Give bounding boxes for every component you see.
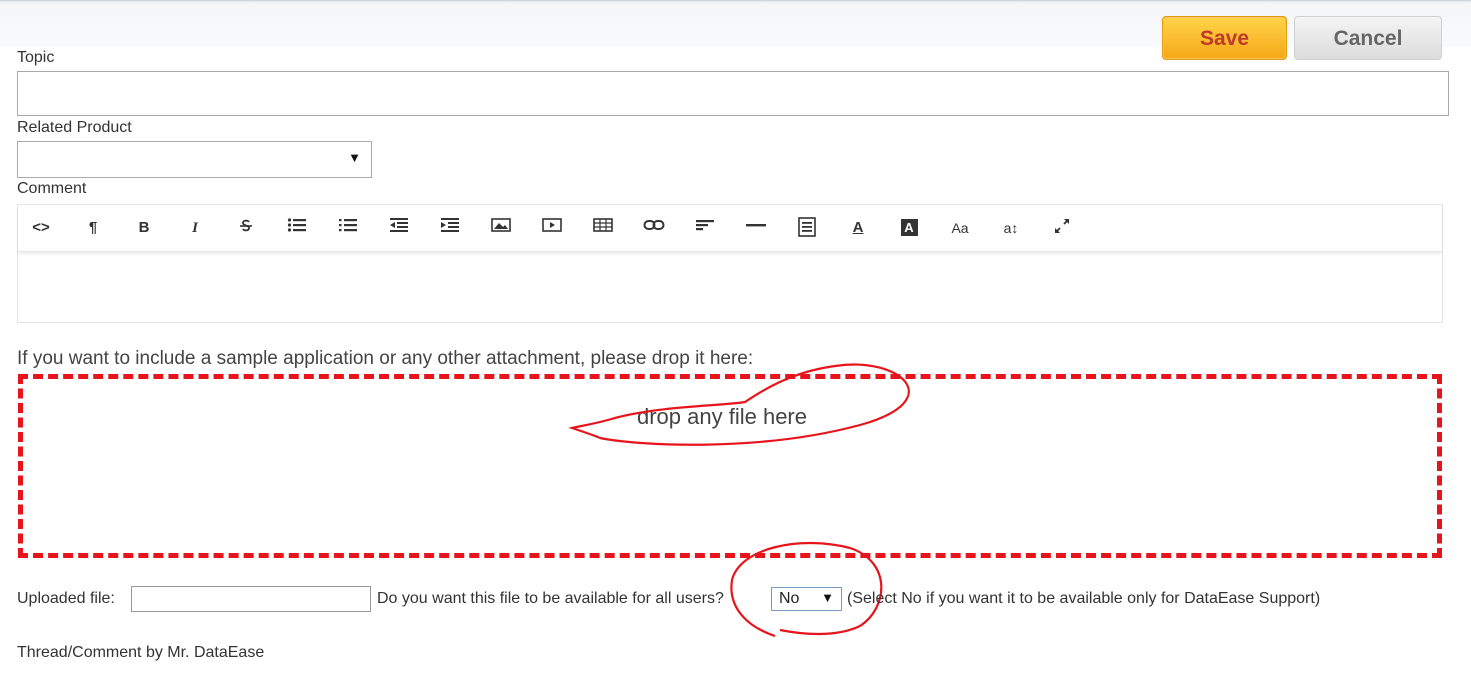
font-size-icon[interactable]: Aa — [948, 217, 972, 239]
availability-question: Do you want this file to be available fo… — [377, 590, 724, 607]
availability-select[interactable]: No ▼ — [771, 587, 842, 611]
link-icon[interactable] — [642, 217, 666, 239]
bullet-list-icon[interactable] — [285, 217, 309, 239]
dropdown-arrow-icon: ▼ — [821, 590, 834, 605]
video-icon[interactable] — [540, 217, 564, 239]
availability-note: (Select No if you want it to be availabl… — [847, 590, 1321, 607]
comment-label: Comment — [17, 180, 87, 197]
numbered-list-icon[interactable] — [336, 217, 360, 239]
topic-label: Topic — [17, 49, 55, 66]
image-icon[interactable] — [489, 217, 513, 239]
availability-value: No — [779, 590, 800, 607]
uploaded-file-input[interactable] — [131, 586, 371, 612]
format-block-icon[interactable] — [795, 217, 819, 239]
table-icon[interactable] — [591, 217, 615, 239]
italic-icon[interactable]: I — [183, 217, 207, 239]
fullscreen-icon[interactable] — [1050, 217, 1074, 239]
file-drop-zone[interactable] — [18, 374, 1442, 558]
line-height-icon[interactable]: a↕ — [999, 217, 1023, 239]
uploaded-file-label: Uploaded file: — [17, 590, 115, 607]
save-button[interactable]: Save — [1162, 16, 1287, 60]
text-color-icon[interactable]: A — [846, 217, 870, 239]
editor-toolbar: <> ¶ B I A A Aa a↕ — [18, 205, 1442, 252]
comment-editor-body[interactable] — [18, 252, 1442, 322]
strikethrough-icon[interactable] — [234, 217, 258, 239]
drop-zone-text: drop any file here — [637, 404, 807, 429]
code-view-icon[interactable]: <> — [29, 217, 53, 239]
related-product-label: Related Product — [17, 119, 132, 136]
outdent-icon[interactable] — [387, 217, 411, 239]
topic-input[interactable] — [17, 71, 1449, 116]
dropdown-arrow-icon: ▼ — [348, 150, 361, 165]
thread-comment-author: Thread/Comment by Mr. DataEase — [17, 644, 265, 661]
comment-editor: <> ¶ B I A A Aa a↕ — [17, 204, 1443, 323]
cancel-button[interactable]: Cancel — [1294, 16, 1442, 60]
background-color-icon[interactable]: A — [897, 217, 921, 239]
background-color-glyph: A — [900, 219, 918, 236]
paragraph-icon[interactable]: ¶ — [81, 217, 105, 239]
attachment-intro: If you want to include a sample applicat… — [17, 348, 754, 369]
align-icon[interactable] — [693, 217, 717, 239]
horizontal-rule-icon[interactable] — [744, 217, 768, 239]
bold-icon[interactable]: B — [132, 217, 156, 239]
indent-icon[interactable] — [438, 217, 462, 239]
related-product-select[interactable]: ▼ — [17, 141, 372, 178]
